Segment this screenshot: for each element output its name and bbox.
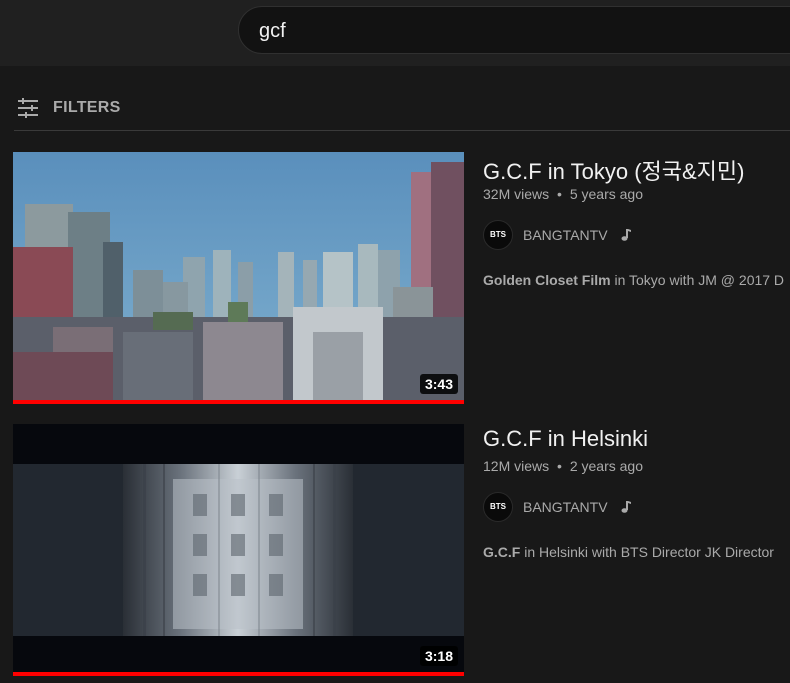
video-thumbnail[interactable]: 3:43 [13, 152, 464, 400]
channel-avatar[interactable]: BTS [483, 492, 513, 522]
channel-name[interactable]: BANGTANTV [523, 499, 608, 515]
video-thumbnail[interactable]: 3:18 [13, 424, 464, 672]
channel-name[interactable]: BANGTANTV [523, 227, 608, 243]
video-meta: 32M views • 5 years ago [483, 186, 643, 202]
tokyo-city-thumbnail-image [13, 152, 464, 400]
top-bar: gcf [0, 0, 790, 66]
video-description: G.C.F in Helsinki with BTS Director JK D… [483, 544, 774, 560]
video-title[interactable]: G.C.F in Tokyo (정국&지민) [483, 154, 744, 186]
filters-bar[interactable]: FILTERS [14, 86, 790, 131]
video-result[interactable]: 3:43 G.C.F in Tokyo (정국&지민) 32M views • … [13, 152, 790, 406]
watch-progress-bar [13, 672, 464, 676]
description-highlight: G.C.F [483, 544, 521, 560]
video-duration: 3:18 [419, 646, 458, 666]
video-title[interactable]: G.C.F in Helsinki [483, 426, 648, 452]
upload-age: 5 years ago [569, 186, 643, 202]
channel-avatar[interactable]: BTS [483, 220, 513, 250]
meta-separator: • [557, 458, 562, 474]
music-note-icon [621, 501, 631, 513]
search-input[interactable]: gcf [259, 7, 286, 55]
filters-label[interactable]: FILTERS [53, 99, 121, 117]
video-result[interactable]: 3:18 G.C.F in Helsinki 12M views • 2 yea… [13, 424, 790, 678]
video-description: Golden Closet Film in Tokyo with JM @ 20… [483, 272, 784, 288]
view-count: 32M views [483, 186, 550, 202]
description-text: in Helsinki with BTS Director JK Directo… [520, 544, 774, 560]
search-box[interactable]: gcf [238, 6, 790, 54]
video-meta: 12M views • 2 years ago [483, 458, 643, 474]
filters-icon[interactable] [16, 96, 40, 120]
upload-age: 2 years ago [569, 458, 643, 474]
meta-separator: • [557, 186, 562, 202]
video-duration: 3:43 [419, 374, 458, 394]
music-note-icon [621, 229, 631, 241]
helsinki-window-thumbnail-image [13, 424, 464, 672]
view-count: 12M views [483, 458, 550, 474]
description-highlight: Golden Closet Film [483, 272, 611, 288]
description-text: in Tokyo with JM @ 2017 D [610, 272, 785, 288]
watch-progress-bar [13, 400, 464, 404]
